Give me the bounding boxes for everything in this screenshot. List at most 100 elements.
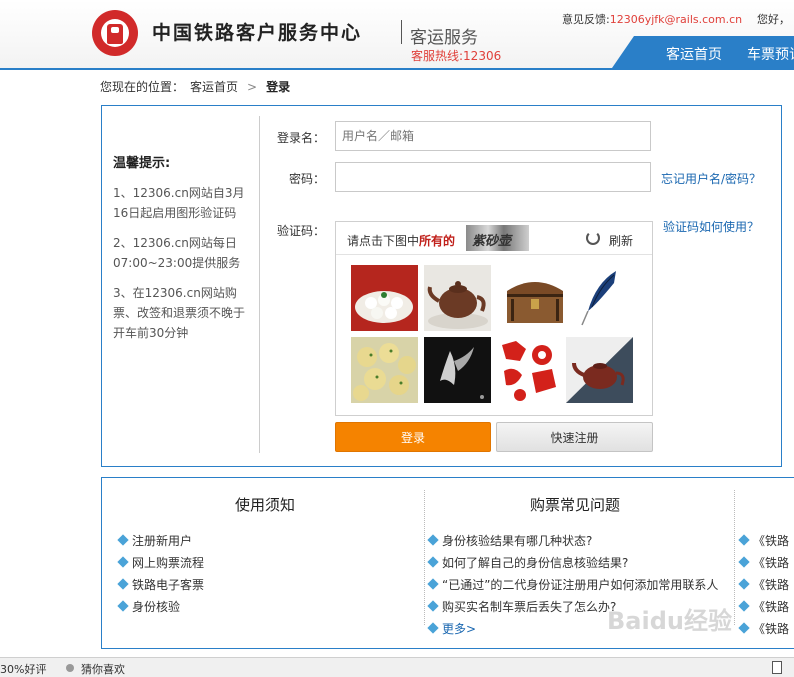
- link-label: 《铁路: [753, 600, 790, 614]
- bullet-diamond-icon: [427, 578, 439, 590]
- page-icon[interactable]: [772, 661, 782, 674]
- usage-notes-link[interactable]: 网上购票流程: [117, 554, 205, 571]
- regulation-link[interactable]: 《铁路: [738, 598, 790, 615]
- captcha-image-paper-cuts[interactable]: [496, 337, 563, 403]
- bullet-diamond-icon: [427, 622, 439, 634]
- usage-notes-link[interactable]: 铁路电子客票: [117, 576, 205, 593]
- login-button[interactable]: 登录: [335, 422, 491, 452]
- faq-more-link[interactable]: 更多>: [427, 620, 477, 637]
- captcha-target-word: 紫砂壶: [472, 234, 512, 249]
- captcha-image-teapot[interactable]: [566, 337, 633, 403]
- faq-link[interactable]: 如何了解自己的身份信息核验结果?: [427, 554, 629, 571]
- bullet-diamond-icon: [738, 600, 750, 612]
- status-rating[interactable]: 30%好评: [0, 661, 46, 677]
- captcha-image-feather[interactable]: [566, 265, 633, 331]
- faq-title: 购票常见问题: [530, 496, 621, 514]
- baidu-watermark: Baidu经验: [607, 607, 732, 635]
- link-label: 注册新用户: [132, 534, 193, 548]
- link-label: 《铁路: [753, 534, 790, 548]
- faq-link[interactable]: 身份核验结果有哪几种状态?: [427, 532, 593, 549]
- title-separator: [401, 20, 402, 44]
- username-input[interactable]: [335, 121, 651, 151]
- captcha-refresh-button[interactable]: 刷新: [609, 232, 633, 249]
- password-label: 密码：: [289, 172, 326, 186]
- link-label: 《铁路: [753, 556, 790, 570]
- bullet-diamond-icon: [427, 556, 439, 568]
- captcha-image-dumplings[interactable]: [351, 265, 418, 331]
- logo-mark-cut: [111, 27, 119, 33]
- breadcrumb-current: 登录: [266, 80, 291, 94]
- regulation-link[interactable]: 《铁路: [738, 532, 790, 549]
- link-label: 更多>: [442, 622, 477, 636]
- forgot-password-link[interactable]: 忘记用户名/密码？: [661, 170, 761, 187]
- captcha-image-bat[interactable]: [424, 337, 491, 403]
- link-label: 身份核验: [132, 600, 181, 614]
- tips-title: 温馨提示:: [113, 156, 171, 171]
- username-label: 登录名：: [277, 131, 326, 145]
- tips-divider: [259, 116, 260, 453]
- link-label: 身份核验结果有哪几种状态?: [442, 534, 593, 548]
- tip-item: 2、12306.cn网站每日07:00~23:00提供服务: [113, 236, 241, 270]
- captcha-prompt-emphasis: 所有的: [419, 234, 456, 248]
- regulation-link[interactable]: 《铁路: [738, 620, 790, 637]
- feedback-email-link[interactable]: 12306yjfk@rails.com.cn: [610, 13, 742, 26]
- captcha-prompt: 请点击下图中所有的: [347, 232, 455, 249]
- hotline-text: 客服热线:12306: [411, 49, 502, 63]
- site-header: 中国铁路客户服务中心 客运服务 客服热线:12306 意见反馈:12306yjf…: [0, 0, 794, 70]
- bullet-diamond-icon: [117, 556, 129, 568]
- login-panel: 温馨提示: 1、12306.cn网站自3月16日起启用图形验证码 2、12306…: [101, 105, 782, 467]
- usage-notes-link[interactable]: 注册新用户: [117, 532, 193, 549]
- bullet-diamond-icon: [117, 600, 129, 612]
- usage-notes-link[interactable]: 身份核验: [117, 598, 181, 615]
- bullet-diamond-icon: [427, 600, 439, 612]
- captcha-target-word-image: 紫砂壶: [466, 225, 529, 251]
- bullet-diamond-icon: [738, 622, 750, 634]
- captcha-help-link[interactable]: 验证码如何使用？: [663, 218, 759, 235]
- browser-status-bar: 30%好评 猜你喜欢: [0, 657, 794, 677]
- site-subtitle: 客运服务: [410, 28, 478, 48]
- usage-notes-title: 使用须知: [235, 496, 296, 514]
- faq-link[interactable]: “已通过”的二代身份证注册用户如何添加常用联系人: [427, 576, 719, 593]
- nav-ticket-link[interactable]: 车票预订: [747, 44, 794, 64]
- bullet-diamond-icon: [117, 578, 129, 590]
- column-divider: [734, 490, 735, 625]
- password-input[interactable]: [335, 162, 651, 192]
- nav-home-link[interactable]: 客运首页: [666, 44, 722, 64]
- status-guess-link[interactable]: 猜你喜欢: [81, 661, 125, 677]
- status-dot-icon: [66, 664, 74, 672]
- captcha-image-wooden-chest[interactable]: [501, 265, 568, 331]
- faq-link[interactable]: 购买实名制车票后丢失了怎么办?: [427, 598, 617, 615]
- tip-item: 3、在12306.cn网站购票、改签和退票须不晚于开车前30分钟: [113, 286, 246, 340]
- feedback-label: 意见反馈:: [562, 13, 610, 26]
- captcha-image-meatballs[interactable]: [351, 337, 418, 403]
- captcha-label: 验证码：: [277, 224, 326, 238]
- bullet-diamond-icon: [117, 534, 129, 546]
- captcha-image-teapot[interactable]: [424, 265, 491, 331]
- breadcrumb-home-link[interactable]: 客运首页: [190, 80, 238, 94]
- captcha-header: 请点击下图中所有的 紫砂壶 刷新: [336, 222, 652, 255]
- site-title: 中国铁路客户服务中心: [152, 22, 363, 44]
- breadcrumb-prefix: 您现在的位置：: [100, 80, 185, 94]
- breadcrumb-separator: >: [247, 80, 258, 94]
- link-label: 《铁路: [753, 622, 790, 636]
- column-divider: [424, 490, 425, 625]
- quick-register-button[interactable]: 快速注册: [496, 422, 653, 452]
- refresh-icon[interactable]: [586, 231, 600, 245]
- captcha-prompt-text: 请点击下图中: [347, 234, 420, 248]
- regulation-link[interactable]: 《铁路: [738, 554, 790, 571]
- link-label: 如何了解自己的身份信息核验结果?: [442, 556, 629, 570]
- bullet-diamond-icon: [738, 556, 750, 568]
- captcha-panel: 请点击下图中所有的 紫砂壶 刷新: [335, 221, 653, 416]
- link-label: 网上购票流程: [132, 556, 205, 570]
- regulation-link[interactable]: 《铁路: [738, 576, 790, 593]
- bullet-diamond-icon: [738, 578, 750, 590]
- railway-logo-icon: [92, 10, 138, 56]
- bullet-diamond-icon: [427, 534, 439, 546]
- link-label: 《铁路: [753, 578, 790, 592]
- breadcrumb: 您现在的位置： 客运首页 > 登录: [100, 78, 290, 95]
- tip-item: 1、12306.cn网站自3月16日起启用图形验证码: [113, 186, 245, 220]
- link-label: 铁路电子客票: [132, 578, 205, 592]
- link-label: “已通过”的二代身份证注册用户如何添加常用联系人: [442, 578, 719, 592]
- bullet-diamond-icon: [738, 534, 750, 546]
- link-label: 购买实名制车票后丢失了怎么办?: [442, 600, 617, 614]
